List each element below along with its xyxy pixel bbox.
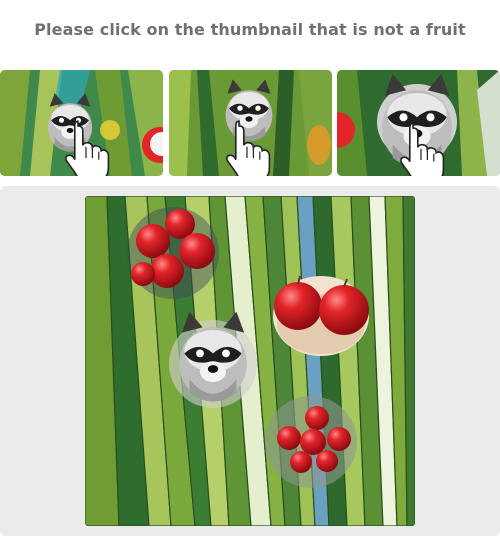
thumbnail-3[interactable]: [337, 70, 500, 176]
challenge-panel: [0, 186, 500, 536]
apples-plate-item: [273, 275, 369, 356]
thumbnail-1[interactable]: [0, 70, 163, 176]
apples-cluster-item: [127, 207, 219, 299]
thumbnail-2[interactable]: [169, 70, 332, 176]
apples-bowl-item: [265, 396, 357, 488]
thumbnail-row: [0, 70, 500, 176]
challenge-image[interactable]: [85, 196, 415, 526]
captcha-prompt: Please click on the thumbnail that is no…: [34, 20, 466, 39]
